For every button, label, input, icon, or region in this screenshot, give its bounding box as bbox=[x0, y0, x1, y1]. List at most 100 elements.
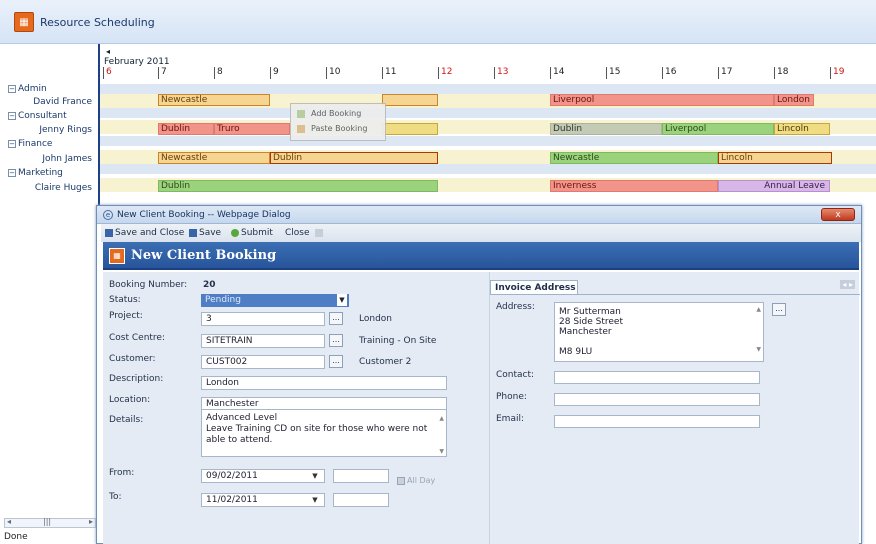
booking-bar[interactable]: Newcastle bbox=[158, 94, 270, 106]
group-label: Consultant bbox=[18, 111, 67, 121]
browser-icon: e bbox=[103, 210, 113, 220]
group-label: Finance bbox=[18, 139, 53, 149]
dialog-titlebar[interactable]: e New Client Booking -- Webpage Dialog x bbox=[97, 206, 861, 224]
submit-button[interactable]: Submit bbox=[231, 228, 273, 238]
description-label: Description: bbox=[109, 374, 164, 384]
resource-claire-huges[interactable]: Claire Huges bbox=[35, 183, 92, 193]
horizontal-scrollbar[interactable]: ◂ ||| ▸ bbox=[4, 517, 96, 528]
day-header: 8 bbox=[214, 67, 223, 79]
group-consultant[interactable]: − Consultant bbox=[8, 111, 67, 121]
day-header: 6 bbox=[103, 67, 112, 79]
day-header: 12 bbox=[438, 67, 452, 79]
booking-bar[interactable]: Liverpool bbox=[550, 94, 774, 106]
tab-invoice-address[interactable]: Invoice Address bbox=[490, 280, 578, 294]
booking-bar[interactable]: Newcastle bbox=[550, 152, 718, 164]
all-day-checkbox[interactable]: All Day bbox=[397, 476, 435, 485]
group-marketing[interactable]: − Marketing bbox=[8, 168, 63, 178]
address-lookup-button[interactable]: ... bbox=[772, 303, 786, 316]
clip-icon bbox=[315, 228, 323, 237]
resource-jenny-rings[interactable]: Jenny Rings bbox=[39, 125, 92, 135]
schedule-row[interactable] bbox=[100, 84, 876, 94]
chevron-down-icon[interactable]: ▼ bbox=[337, 294, 347, 306]
address-label: Address: bbox=[496, 302, 535, 312]
booking-bar[interactable] bbox=[382, 123, 438, 135]
checkbox-icon[interactable] bbox=[397, 476, 405, 485]
project-input[interactable]: 3 bbox=[201, 312, 325, 326]
booking-bar[interactable]: Dublin bbox=[158, 180, 438, 192]
booking-bar[interactable]: London bbox=[774, 94, 814, 106]
details-line: able to attend. bbox=[206, 435, 273, 445]
address-line: 28 Side Street bbox=[559, 317, 623, 327]
cost-centre-lookup-button[interactable]: ... bbox=[329, 334, 343, 347]
customer-lookup-button[interactable]: ... bbox=[329, 355, 343, 368]
collapse-icon[interactable]: − bbox=[8, 139, 16, 148]
resource-john-james[interactable]: John James bbox=[42, 154, 92, 164]
booking-bar[interactable]: Liverpool bbox=[662, 123, 774, 135]
scroll-left-icon[interactable]: ◂ bbox=[7, 517, 11, 526]
menu-item-add-booking[interactable]: Add Booking bbox=[297, 109, 361, 118]
save-and-close-button[interactable]: Save and Close bbox=[105, 228, 184, 238]
booking-bar[interactable]: Lincoln bbox=[774, 123, 830, 135]
group-finance[interactable]: − Finance bbox=[8, 139, 52, 149]
collapse-icon[interactable]: − bbox=[8, 168, 16, 177]
booking-bar[interactable]: Lincoln bbox=[718, 152, 832, 164]
to-date-input[interactable]: 11/02/2011 bbox=[201, 493, 325, 507]
email-input[interactable] bbox=[554, 415, 760, 428]
project-lookup-button[interactable]: ... bbox=[329, 312, 343, 325]
details-textarea[interactable]: Advanced Level Leave Training CD on site… bbox=[201, 409, 447, 457]
chevron-down-icon[interactable]: ▼ bbox=[309, 494, 321, 506]
close-icon[interactable]: x bbox=[821, 208, 855, 221]
attach-icon[interactable] bbox=[315, 228, 325, 238]
address-line: Mr Sutterman bbox=[559, 307, 621, 317]
status-value: Pending bbox=[205, 295, 241, 305]
phone-input[interactable] bbox=[554, 393, 760, 406]
chevron-down-icon[interactable]: ▼ bbox=[309, 470, 321, 482]
from-time-input[interactable] bbox=[333, 469, 389, 483]
scroll-right-icon[interactable]: ▸ bbox=[89, 517, 93, 526]
phone-label: Phone: bbox=[496, 392, 527, 402]
to-label: To: bbox=[109, 492, 122, 502]
month-label: February 2011 bbox=[104, 57, 170, 67]
status-select[interactable]: Pending ▼ bbox=[201, 294, 349, 307]
description-input[interactable]: London bbox=[201, 376, 447, 390]
booking-bar[interactable] bbox=[382, 94, 438, 106]
scrollbar[interactable]: ▲ ▼ bbox=[756, 305, 761, 355]
booking-bar[interactable]: Annual Leave bbox=[718, 180, 830, 192]
paste-icon bbox=[297, 124, 305, 133]
booking-bar[interactable]: Truro bbox=[214, 123, 290, 135]
collapse-icon[interactable]: − bbox=[8, 111, 16, 120]
previous-arrow-icon[interactable]: ◂ bbox=[106, 47, 110, 56]
resource-david-france[interactable]: David France bbox=[33, 97, 92, 107]
booking-bar[interactable]: Newcastle bbox=[158, 152, 270, 164]
button-label: Submit bbox=[241, 228, 273, 238]
to-time-input[interactable] bbox=[333, 493, 389, 507]
save-button[interactable]: Save bbox=[189, 228, 221, 238]
from-date-input[interactable]: 09/02/2011 bbox=[201, 469, 325, 483]
cost-centre-input[interactable]: SITETRAIN bbox=[201, 334, 325, 348]
booking-bar[interactable]: Dublin bbox=[158, 123, 214, 135]
customer-input[interactable]: CUST002 bbox=[201, 355, 325, 369]
scroll-thumb[interactable]: ||| bbox=[43, 517, 51, 526]
close-button[interactable]: Close bbox=[285, 228, 310, 238]
form-header: ▦ New Client Booking bbox=[103, 242, 859, 270]
schedule-row[interactable] bbox=[100, 108, 876, 118]
group-label: Marketing bbox=[18, 168, 63, 178]
booking-number-value: 20 bbox=[203, 280, 216, 290]
tab-nav-arrows-icon[interactable]: ◂ ▸ bbox=[840, 280, 855, 289]
calendar-icon: ▦ bbox=[14, 12, 34, 32]
booking-bar[interactable]: Dublin bbox=[550, 123, 662, 135]
schedule-row[interactable] bbox=[100, 164, 876, 174]
menu-item-label: Paste Booking bbox=[311, 124, 368, 133]
collapse-icon[interactable]: − bbox=[8, 84, 16, 93]
day-header: 13 bbox=[494, 67, 508, 79]
menu-item-paste-booking[interactable]: Paste Booking bbox=[297, 124, 367, 133]
schedule-row[interactable] bbox=[100, 136, 876, 146]
contact-input[interactable] bbox=[554, 371, 760, 384]
schedule-timeline[interactable]: ◂ February 2011 6 7 8 9 10 11 12 13 14 1… bbox=[100, 44, 876, 194]
group-admin[interactable]: − Admin bbox=[8, 84, 47, 94]
booking-bar[interactable]: Inverness bbox=[550, 180, 718, 192]
address-textarea[interactable]: Mr Sutterman 28 Side Street Manchester M… bbox=[554, 302, 764, 362]
booking-bar-selected[interactable]: Dublin bbox=[270, 152, 438, 164]
scrollbar[interactable]: ▲ ▼ bbox=[439, 413, 444, 457]
